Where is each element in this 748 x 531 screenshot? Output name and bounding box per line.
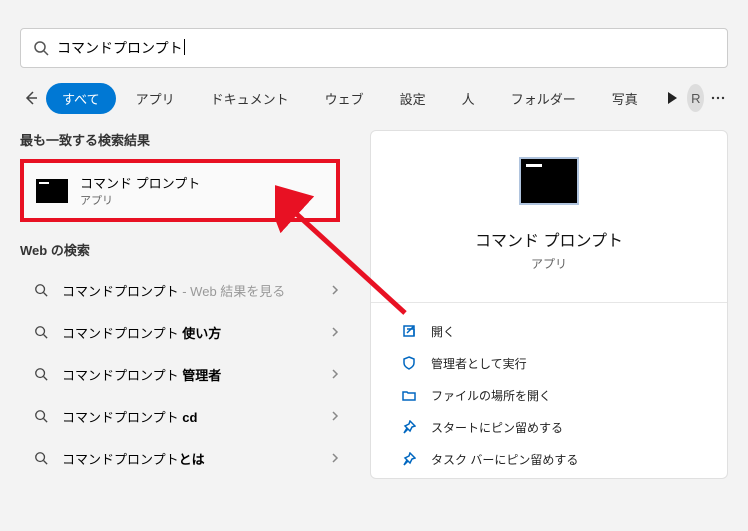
action-label: 管理者として実行 — [431, 355, 527, 372]
search-icon — [34, 325, 48, 339]
pin-icon — [402, 452, 416, 466]
filter-tabs: すべて アプリ ドキュメント ウェブ 設定 人 フォルダー 写真 R — [20, 82, 728, 114]
best-match-result[interactable]: コマンド プロンプト アプリ — [20, 159, 340, 222]
web-result-item[interactable]: コマンドプロンプトとは — [20, 437, 360, 479]
chevron-right-icon — [330, 327, 340, 337]
search-icon — [34, 283, 48, 297]
more-horizontal-icon — [710, 90, 726, 106]
action-label: タスク バーにピン留めする — [431, 451, 578, 468]
tab-doc[interactable]: ドキュメント — [195, 83, 305, 114]
back-button[interactable] — [20, 82, 42, 114]
tab-app[interactable]: アプリ — [120, 83, 191, 114]
web-result-text: コマンドプロンプト 使い方 — [62, 323, 330, 342]
chevron-right-icon — [330, 369, 340, 379]
tab-web[interactable]: ウェブ — [309, 83, 380, 114]
tab-all[interactable]: すべて — [46, 83, 116, 114]
play-button[interactable] — [662, 82, 682, 114]
open-icon — [402, 324, 416, 338]
tab-people[interactable]: 人 — [446, 83, 491, 114]
web-result-item[interactable]: コマンドプロンプト cd — [20, 395, 360, 437]
web-result-item[interactable]: コマンドプロンプト 管理者 — [20, 353, 360, 395]
preview-title: コマンド プロンプト — [475, 227, 623, 251]
action-item[interactable]: 管理者として実行 — [399, 347, 699, 379]
search-icon — [34, 409, 48, 423]
search-icon — [34, 367, 48, 381]
actions-list: 開く管理者として実行ファイルの場所を開くスタートにピン留めするタスク バーにピン… — [371, 302, 727, 475]
best-match-subtitle: アプリ — [80, 192, 200, 208]
web-result-text: コマンドプロンプト 管理者 — [62, 365, 330, 384]
preview-app-icon — [519, 157, 579, 205]
more-button[interactable] — [708, 82, 728, 114]
web-result-item[interactable]: コマンドプロンプト - Web 結果を見る — [20, 269, 360, 311]
search-icon — [34, 451, 48, 465]
search-icon — [33, 40, 49, 56]
tab-settings[interactable]: 設定 — [384, 83, 442, 114]
tab-folder[interactable]: フォルダー — [495, 83, 592, 114]
user-avatar[interactable]: R — [687, 84, 704, 112]
folder-icon — [402, 388, 416, 402]
arrow-left-icon — [23, 90, 39, 106]
web-result-item[interactable]: コマンドプロンプト 使い方 — [20, 311, 360, 353]
web-result-text: コマンドプロンプト cd — [62, 407, 330, 426]
command-prompt-icon — [36, 179, 68, 203]
web-result-text: コマンドプロンプト - Web 結果を見る — [62, 281, 330, 300]
search-input-text: コマンドプロンプト — [57, 38, 183, 58]
tab-photo[interactable]: 写真 — [596, 83, 654, 114]
action-label: スタートにピン留めする — [431, 419, 563, 436]
web-search-label: Web の検索 — [20, 240, 360, 259]
chevron-right-icon — [330, 453, 340, 463]
web-results-list: コマンドプロンプト - Web 結果を見るコマンドプロンプト 使い方コマンドプロ… — [20, 269, 360, 479]
action-item[interactable]: 開く — [399, 315, 699, 347]
web-result-text: コマンドプロンプトとは — [62, 449, 330, 468]
best-match-label: 最も一致する検索結果 — [20, 130, 360, 149]
action-item[interactable]: ファイルの場所を開く — [399, 379, 699, 411]
play-icon — [665, 91, 679, 105]
action-item[interactable]: スタートにピン留めする — [399, 411, 699, 443]
shield-icon — [402, 356, 416, 370]
action-item[interactable]: タスク バーにピン留めする — [399, 443, 699, 475]
action-label: ファイルの場所を開く — [431, 387, 551, 404]
best-match-title: コマンド プロンプト — [80, 173, 200, 192]
action-label: 開く — [431, 323, 455, 340]
preview-panel: コマンド プロンプト アプリ 開く管理者として実行ファイルの場所を開くスタートに… — [370, 130, 728, 479]
chevron-right-icon — [330, 285, 340, 295]
preview-subtitle: アプリ — [531, 255, 567, 272]
chevron-right-icon — [330, 411, 340, 421]
pin-icon — [402, 420, 416, 434]
search-bar[interactable]: コマンドプロンプト — [20, 28, 728, 68]
